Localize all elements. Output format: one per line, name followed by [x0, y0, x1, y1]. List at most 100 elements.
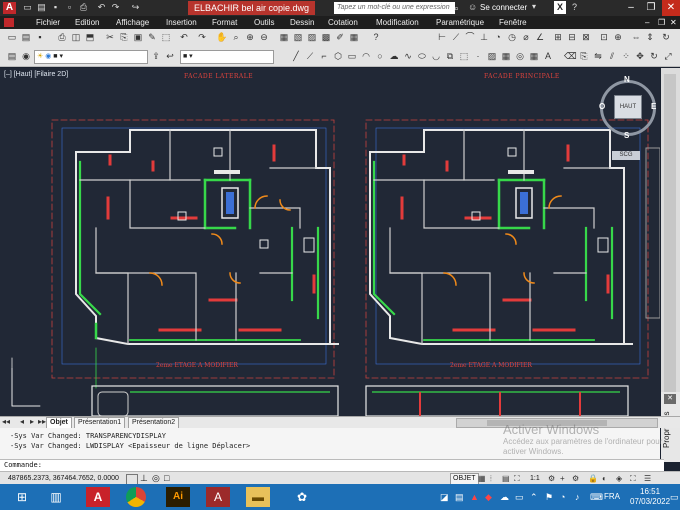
menu-edition[interactable]: Edition — [75, 16, 99, 29]
block-editor-icon[interactable]: ⬚ — [160, 31, 172, 43]
compass-east[interactable]: E — [651, 102, 656, 111]
multiline-text-icon[interactable]: A — [542, 50, 554, 62]
clock-time[interactable]: 16:51 — [640, 487, 660, 496]
dim-style-icon[interactable]: ⇕ — [644, 31, 656, 43]
menu-outils[interactable]: Outils — [254, 16, 274, 29]
illustrator-icon[interactable]: Ai — [166, 487, 190, 507]
tab-nav-last-icon[interactable]: ▸▸ — [38, 417, 46, 427]
color-dropdown[interactable]: ■ ▾ — [180, 50, 274, 64]
mirror-icon[interactable]: ⇋ — [592, 50, 604, 62]
search-icon[interactable]: ⌕ — [454, 3, 459, 14]
compass-west[interactable]: O — [599, 102, 605, 111]
autocad-logo-icon[interactable]: A — [3, 2, 16, 14]
vertical-scrollbar[interactable] — [661, 68, 680, 416]
language-indicator[interactable]: FRA — [604, 492, 620, 501]
panel-close-icon[interactable]: ✕ — [664, 394, 676, 404]
line-icon[interactable]: ╱ — [290, 50, 302, 62]
menu-insertion[interactable]: Insertion — [166, 16, 197, 29]
arc-icon[interactable]: ◠ — [360, 50, 372, 62]
exchange-icon[interactable]: X — [554, 1, 566, 14]
tray-flag-icon[interactable]: ⚑ — [545, 492, 553, 503]
plot-icon[interactable]: ⎙ — [56, 31, 68, 43]
polyline-icon[interactable]: ⌐ — [318, 50, 330, 62]
copy-icon[interactable]: ⎘ — [118, 31, 130, 43]
polygon-icon[interactable]: ⬡ — [332, 50, 344, 62]
dim-update-icon[interactable]: ↻ — [660, 31, 672, 43]
dim-edit-icon[interactable]: ⇔ — [630, 31, 642, 43]
menu-fichier[interactable]: Fichier — [36, 16, 60, 29]
acrobat-icon[interactable]: A — [206, 487, 230, 507]
move-icon[interactable]: ✥ — [634, 50, 646, 62]
minimize-icon[interactable]: – — [622, 0, 640, 16]
dimension-radius-icon[interactable]: ◔ — [492, 31, 504, 43]
dimension-diameter-icon[interactable]: ⌀ — [520, 31, 532, 43]
paste-icon[interactable]: ▣ — [132, 31, 144, 43]
redo-icon-2[interactable]: ↪ — [130, 2, 141, 13]
copy-object-icon[interactable]: ⎘ — [578, 50, 590, 62]
spline-icon[interactable]: ∿ — [402, 50, 414, 62]
menu-close-icon[interactable]: ✕ — [670, 16, 677, 29]
tolerance-icon[interactable]: ⊡ — [598, 31, 610, 43]
save-icon[interactable]: ▪ — [50, 2, 61, 13]
cut-icon[interactable]: ✂ — [104, 31, 116, 43]
baseline-icon[interactable]: ⊟ — [566, 31, 578, 43]
dimension-ordinate-icon[interactable]: ⊥ — [478, 31, 490, 43]
dimension-linear-icon[interactable]: ⊢ — [436, 31, 448, 43]
zoom-window-icon[interactable]: ⊕ — [244, 31, 256, 43]
publish-icon[interactable]: ⬒ — [84, 31, 96, 43]
zoom-realtime-icon[interactable]: ⌕ — [230, 31, 242, 43]
help-icon[interactable]: ? — [572, 2, 577, 12]
markup-icon[interactable]: ✐ — [334, 31, 346, 43]
dimension-arc-icon[interactable]: ⌒ — [464, 31, 476, 43]
point-icon[interactable]: · — [472, 50, 484, 62]
redo-tb-icon[interactable]: ↷ — [196, 31, 208, 43]
open-icon[interactable]: ▤ — [20, 31, 32, 43]
cart-icon[interactable]: ▾ — [532, 2, 536, 11]
tool-palettes-icon[interactable]: ▨ — [306, 31, 318, 43]
save-icon-tb[interactable]: ▪ — [34, 31, 46, 43]
sign-in-button[interactable]: Se connecter — [480, 2, 527, 14]
zoom-previous-icon[interactable]: ⊖ — [258, 31, 270, 43]
dimension-aligned-icon[interactable]: ⟋ — [450, 31, 462, 43]
scroll-thumb[interactable] — [664, 74, 676, 394]
open-file-icon[interactable]: ▤ — [36, 2, 47, 13]
tab-nav-first-icon[interactable]: ◂◂ — [2, 417, 10, 427]
tray-battery-icon[interactable]: ▭ — [515, 492, 524, 503]
menu-affichage[interactable]: Affichage — [116, 16, 149, 29]
revision-cloud-icon[interactable]: ☁ — [388, 50, 400, 62]
dimension-angular-icon[interactable]: ∠ — [534, 31, 546, 43]
file-explorer-icon[interactable]: ▬ — [246, 487, 270, 507]
undo-icon[interactable]: ↶ — [96, 2, 107, 13]
tray-wifi-icon[interactable]: ◔ — [560, 492, 565, 502]
notification-icon[interactable]: ▭ — [670, 492, 679, 503]
save-as-icon[interactable]: ▫ — [64, 2, 75, 13]
autocad-taskbar-icon[interactable]: A — [86, 487, 110, 507]
continue-icon[interactable]: ⊠ — [580, 31, 592, 43]
calculator-icon[interactable]: ▦ — [348, 31, 360, 43]
clock-date[interactable]: 07/03/2022 — [630, 497, 670, 506]
viewcube-top-face[interactable]: HAUT — [614, 95, 642, 119]
undo-tb-icon[interactable]: ↶ — [178, 31, 190, 43]
drawing-area[interactable]: [–] [Haut] [Filaire 2D] FACADE LATERALE … — [0, 68, 660, 416]
ellipse-arc-icon[interactable]: ◡ — [430, 50, 442, 62]
tray-network-icon[interactable]: ▤ — [455, 492, 464, 503]
tray-volume-icon[interactable]: ♪ — [575, 492, 580, 502]
tray-keyboard-icon[interactable]: ⌨ — [590, 492, 603, 503]
tray-acrobat-icon[interactable]: ◆ — [485, 492, 492, 503]
menu-dessin[interactable]: Dessin — [290, 16, 314, 29]
menu-format[interactable]: Format — [212, 16, 237, 29]
ucs-dropdown[interactable]: SCG — [612, 151, 640, 160]
pan-icon[interactable]: ✋ — [216, 31, 228, 43]
rotate-icon[interactable]: ↻ — [648, 50, 660, 62]
menu-cotation[interactable]: Cotation — [328, 16, 358, 29]
file-app-icon[interactable]: ▥ — [44, 487, 68, 507]
rectangle-icon[interactable]: ▭ — [346, 50, 358, 62]
layer-previous-icon[interactable]: ↩ — [164, 50, 176, 62]
circle-icon[interactable]: ○ — [374, 50, 386, 62]
design-center-icon[interactable]: ▧ — [292, 31, 304, 43]
print-icon[interactable]: ⎙ — [78, 2, 89, 13]
erase-icon[interactable]: ⌫ — [564, 50, 577, 62]
redo-icon[interactable]: ↷ — [110, 2, 121, 13]
insert-block-icon[interactable]: ⧉ — [444, 50, 456, 62]
region-icon[interactable]: ◎ — [514, 50, 526, 62]
